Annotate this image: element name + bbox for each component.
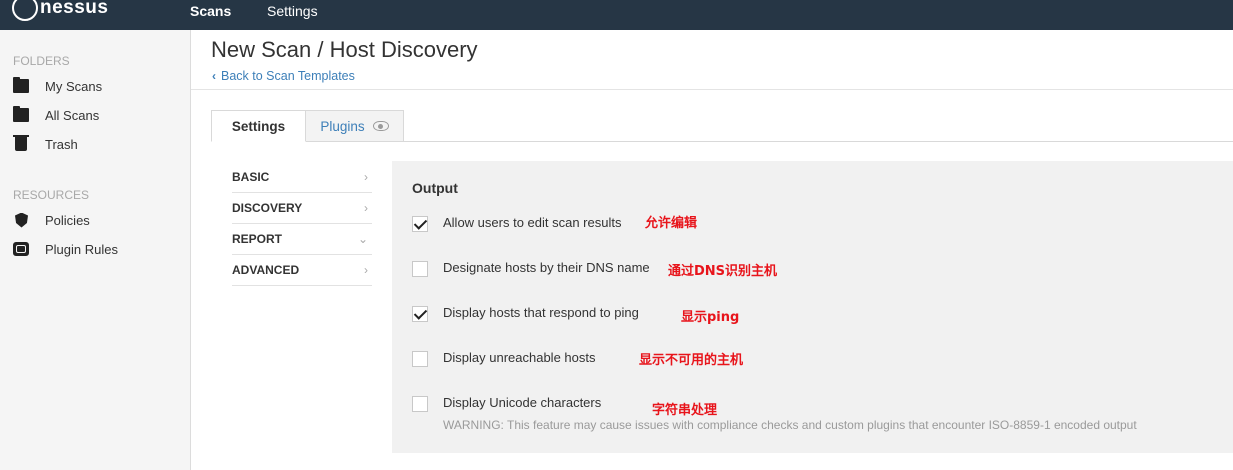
sidebar-item-label: My Scans: [45, 78, 103, 94]
menu-item-label: REPORT: [232, 231, 283, 246]
tab-settings[interactable]: Settings: [211, 110, 306, 142]
tab-plugins-label: Plugins: [320, 118, 365, 134]
sidebar-item-label: Trash: [45, 136, 78, 152]
menu-item-label: BASIC: [232, 169, 270, 184]
tab-plugins[interactable]: Plugins: [305, 110, 404, 142]
annotation-note: 显示不可用的主机: [639, 353, 744, 368]
shield-icon: [15, 212, 28, 228]
option-label: Designate hosts by their DNS name: [443, 260, 650, 275]
header-divider: [191, 89, 1233, 90]
annotation-note: 字符串处理: [652, 403, 718, 418]
logo-mark-icon: [12, 0, 38, 21]
page-title: New Scan / Host Discovery: [211, 37, 478, 62]
checkbox-allow-edit[interactable]: [412, 216, 428, 232]
option-label: Display unreachable hosts: [443, 350, 596, 365]
menu-item-label: ADVANCED: [232, 262, 300, 277]
annotation-note: 允许编辑: [645, 216, 698, 231]
option-label: Display Unicode characters: [443, 395, 602, 410]
menu-item-basic[interactable]: BASIC ›: [232, 161, 372, 192]
checkbox-ping-hosts[interactable]: [412, 306, 428, 322]
chevron-right-icon: ›: [364, 169, 368, 184]
option-label: Allow users to edit scan results: [443, 215, 622, 230]
chevron-down-icon: ⌄: [357, 231, 368, 246]
tab-underline: [211, 141, 1233, 142]
sidebar-item-policies[interactable]: Policies: [13, 209, 183, 231]
menu-item-discovery[interactable]: DISCOVERY ›: [232, 192, 372, 223]
logo-text: nessus: [40, 0, 109, 18]
sidebar-item-label: Plugin Rules: [45, 241, 118, 257]
folder-icon: [13, 77, 29, 93]
chevron-left-icon: ‹: [212, 69, 216, 83]
nessus-logo[interactable]: nessus: [12, 0, 108, 24]
resources-heading: RESOURCES: [13, 188, 90, 202]
checkbox-dns-name[interactable]: [412, 261, 428, 277]
menu-item-report[interactable]: REPORT ⌄: [232, 223, 372, 254]
menu-item-advanced[interactable]: ADVANCED ›: [232, 254, 372, 285]
top-navbar: nessus Scans Settings: [0, 0, 1233, 30]
chevron-right-icon: ›: [364, 200, 368, 215]
unicode-warning-text: WARNING: This feature may cause issues w…: [443, 418, 1137, 432]
sidebar-item-all-scans[interactable]: All Scans: [13, 104, 183, 126]
trash-icon: [13, 135, 29, 151]
sidebar-item-label: All Scans: [45, 107, 100, 123]
annotation-note: 通过DNS识别主机: [668, 264, 778, 279]
sidebar-item-label: Policies: [45, 212, 90, 228]
panel-title: Output: [412, 180, 458, 196]
option-label: Display hosts that respond to ping: [443, 305, 639, 320]
nav-settings[interactable]: Settings: [267, 3, 318, 19]
chevron-right-icon: ›: [364, 262, 368, 277]
checkbox-unreachable-hosts[interactable]: [412, 351, 428, 367]
back-link-label: Back to Scan Templates: [221, 69, 355, 83]
folders-heading: FOLDERS: [13, 54, 70, 68]
checkbox-unicode[interactable]: [412, 396, 428, 412]
folder-icon: [13, 106, 29, 122]
nav-scans[interactable]: Scans: [190, 3, 231, 19]
menu-item-label: DISCOVERY: [232, 200, 303, 215]
sidebar-item-plugin-rules[interactable]: Plugin Rules: [13, 238, 183, 260]
eye-icon: [372, 121, 389, 131]
sidebar-item-trash[interactable]: Trash: [13, 133, 183, 155]
menu-divider: [232, 285, 372, 286]
annotation-note: 显示ping: [681, 310, 740, 325]
plugin-icon: [13, 242, 29, 256]
back-to-templates-link[interactable]: ‹ Back to Scan Templates: [212, 69, 355, 83]
sidebar-item-my-scans[interactable]: My Scans: [13, 75, 183, 97]
